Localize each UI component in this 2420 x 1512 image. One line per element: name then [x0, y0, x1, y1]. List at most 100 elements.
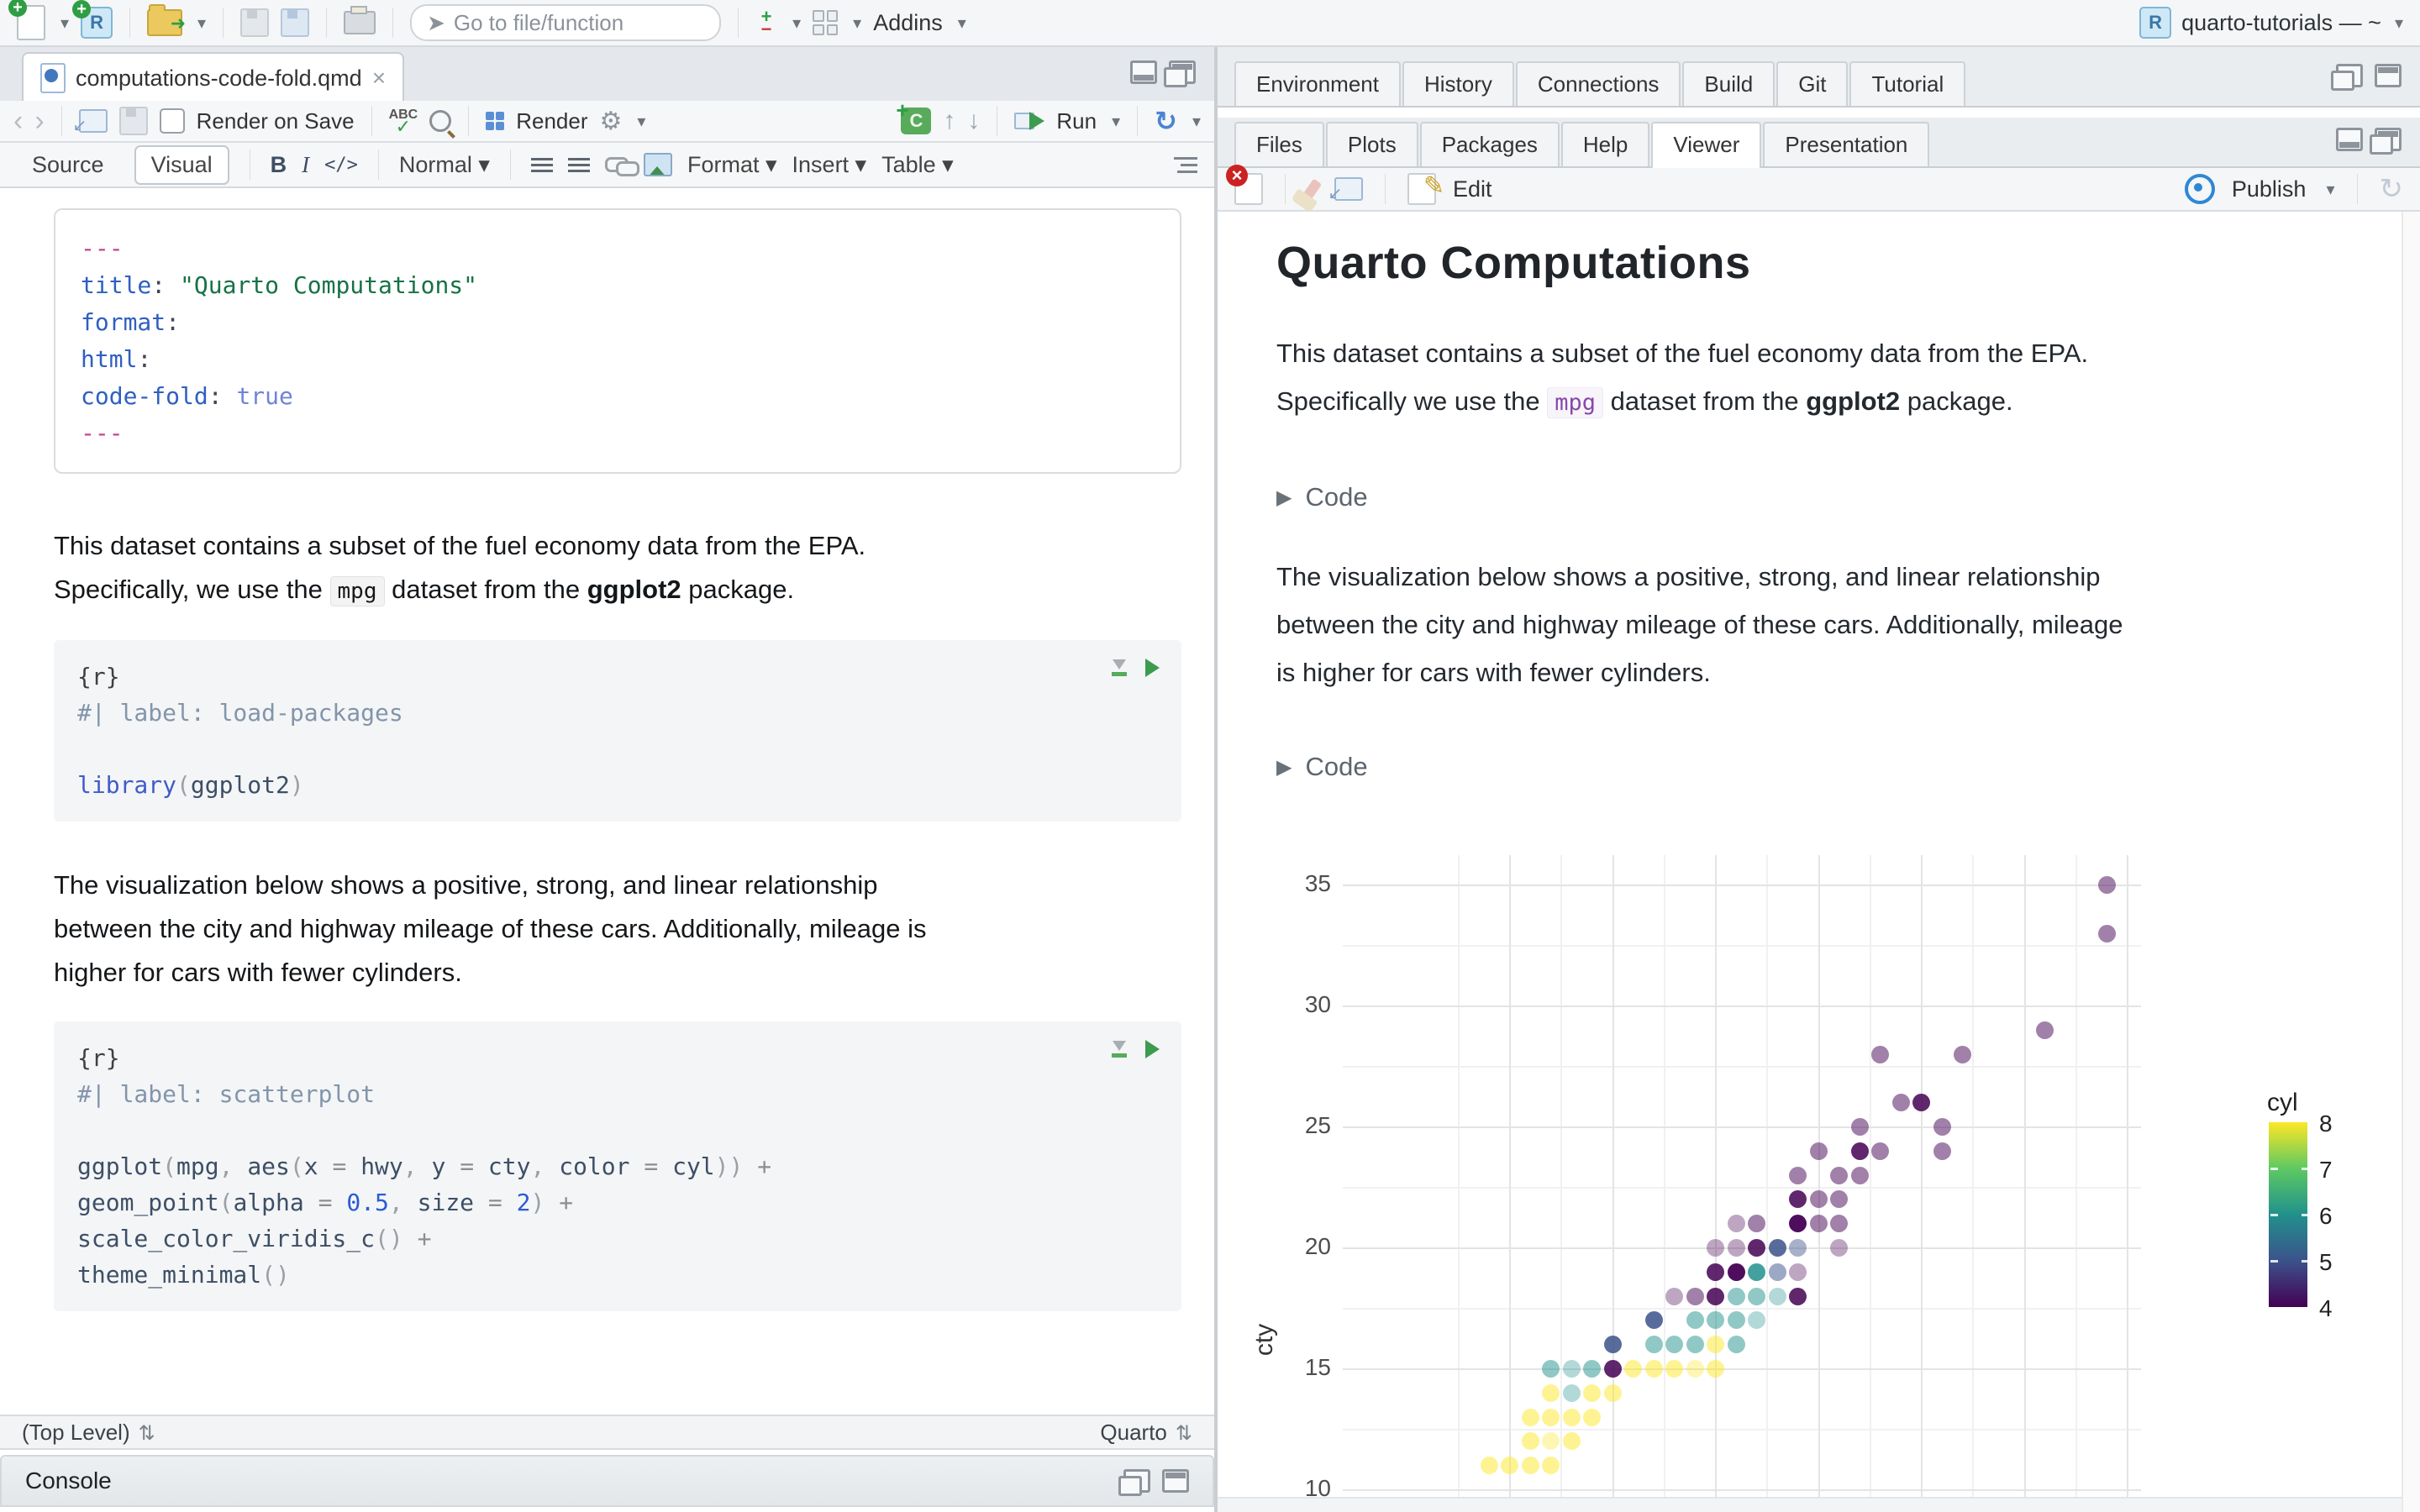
viewer-bottom-strip [1218, 1497, 2420, 1512]
run-chunks-above-icon[interactable] [1112, 1041, 1127, 1058]
editor-save-icon[interactable] [118, 107, 148, 135]
save-button[interactable] [240, 8, 270, 37]
visual-mode-button[interactable]: Visual [134, 144, 229, 185]
bold-button[interactable]: B [271, 152, 287, 178]
outline-location-selector[interactable]: (Top Level) ⇅ [22, 1420, 155, 1446]
minimize-pane-icon[interactable] [1130, 60, 1157, 84]
run-chunk-icon[interactable] [1145, 1040, 1160, 1058]
project-selector[interactable]: R quarto-tutorials — ~ ▾ [2139, 7, 2403, 39]
bullet-list-icon[interactable] [530, 157, 553, 172]
tab-environment[interactable]: Environment [1234, 61, 1401, 106]
addins-button[interactable]: Addins [873, 10, 943, 36]
new-project-button[interactable]: R + [72, 0, 113, 39]
env-maximize-icon[interactable] [2375, 64, 2402, 87]
spellcheck-icon[interactable]: ABC ✓ [389, 108, 418, 136]
version-control-button[interactable]: + − [755, 8, 777, 39]
tab-connections[interactable]: Connections [1515, 61, 1681, 106]
format-menu[interactable]: Format ▾ [687, 152, 777, 178]
table-menu[interactable]: Table ▾ [881, 152, 954, 178]
render-settings-caret[interactable]: ▾ [637, 111, 645, 132]
open-recent-caret[interactable]: ▾ [197, 13, 206, 34]
tab-git[interactable]: Git [1776, 61, 1849, 106]
new-file-caret[interactable]: ▾ [60, 13, 69, 34]
source-rerun-icon[interactable]: ↻ [1155, 105, 1177, 137]
tab-history[interactable]: History [1402, 61, 1514, 106]
viewer-toolbar: Edit Publish ▾ ↻ [1218, 165, 2420, 212]
tab-presentation[interactable]: Presentation [1763, 122, 1930, 166]
workspace-panes-button[interactable] [813, 10, 839, 35]
tab-packages[interactable]: Packages [1419, 122, 1560, 166]
render-settings-gear-icon[interactable]: ⚙ [600, 107, 623, 136]
source-mode-button[interactable]: Source [17, 147, 119, 183]
run-caret[interactable]: ▾ [1112, 111, 1120, 132]
yaml-front-matter[interactable]: --- title: "Quarto Computations" format: h… [54, 208, 1181, 474]
tab-plots[interactable]: Plots [1325, 122, 1418, 166]
source-caret[interactable]: ▾ [1192, 111, 1201, 132]
paragraph-style-dropdown[interactable]: Normal ▾ [399, 152, 490, 178]
render-button[interactable]: Render [516, 108, 587, 134]
tab-viewer[interactable]: Viewer [1651, 122, 1762, 168]
forward-icon[interactable]: › [34, 107, 44, 135]
viewer-maximize-icon[interactable] [2370, 128, 2402, 155]
insert-chunk-button[interactable]: C [896, 97, 932, 134]
go-previous-section-icon[interactable]: ↑ [943, 107, 955, 135]
editor-tab[interactable]: computations-code-fold.qmd × [22, 52, 405, 102]
back-icon[interactable]: ‹ [13, 107, 23, 135]
publish-caret[interactable]: ▾ [2326, 179, 2334, 200]
rendered-page-title: Quarto Computations [1276, 238, 1751, 288]
code-chunk-scatterplot[interactable]: {r} #| label: scatterplot ggplot(mpg, aes… [54, 1021, 1181, 1311]
run-button[interactable]: Run [1056, 108, 1097, 134]
viewer-scrollbar[interactable] [2402, 212, 2420, 1512]
viewer-popout-icon[interactable] [1334, 177, 1363, 201]
numbered-list-icon[interactable] [567, 157, 590, 172]
viewer-refresh-icon[interactable]: ↻ [2380, 172, 2404, 206]
editor-tab-title: computations-code-fold.qmd [76, 65, 362, 91]
code-fold-toggle-1[interactable]: ▶ Code [1276, 482, 2399, 512]
publish-button[interactable]: Publish [2232, 176, 2307, 202]
edit-icon[interactable] [1407, 171, 1444, 205]
viewer-clear-icon[interactable] [1226, 165, 1263, 205]
edit-button[interactable]: Edit [1453, 176, 1492, 202]
broom-icon[interactable] [1302, 178, 1323, 200]
plot-legend: cyl 87654 [2267, 1089, 2410, 1321]
tab-tutorial[interactable]: Tutorial [1849, 61, 1966, 106]
console-pane-header[interactable]: Console [0, 1455, 1214, 1507]
save-all-button[interactable] [281, 8, 310, 37]
tab-build[interactable]: Build [1682, 61, 1776, 106]
tab-help[interactable]: Help [1560, 122, 1650, 166]
render-on-save-checkbox[interactable] [159, 108, 185, 134]
goto-file-input[interactable]: ➤ Go to file/function [410, 4, 722, 41]
image-icon[interactable] [643, 153, 672, 176]
tab-close-icon[interactable]: × [372, 65, 386, 92]
tab-files[interactable]: Files [1234, 122, 1324, 166]
find-replace-icon[interactable] [429, 110, 452, 132]
open-file-button[interactable]: ➜ [147, 4, 186, 36]
open-new-window-icon[interactable] [78, 109, 108, 133]
italic-button[interactable]: I [302, 152, 309, 178]
version-control-caret[interactable]: ▾ [792, 13, 801, 34]
print-button[interactable] [344, 6, 376, 34]
code-chunk-load-packages[interactable]: {r} #| label: load-packages library(ggplo… [54, 640, 1181, 822]
legend-colorbar [2269, 1122, 2309, 1307]
addins-caret[interactable]: ▾ [958, 13, 966, 34]
file-type-selector[interactable]: Quarto ⇅ [1100, 1420, 1192, 1446]
code-fold-toggle-2[interactable]: ▶ Code [1276, 752, 2399, 782]
run-chunk-icon[interactable] [1145, 659, 1160, 677]
new-file-button[interactable]: + [8, 0, 45, 40]
code-format-button[interactable]: </> [324, 155, 358, 176]
console-restore-icon[interactable] [1118, 1469, 1150, 1496]
run-chunks-above-icon[interactable] [1112, 659, 1127, 676]
editor-paragraph-2[interactable]: The visualization below shows a positive… [54, 864, 1181, 995]
maximize-pane-icon[interactable] [1164, 60, 1196, 87]
go-next-section-icon[interactable]: ↓ [967, 107, 980, 135]
link-icon[interactable] [604, 157, 639, 176]
editor-canvas[interactable]: --- title: "Quarto Computations" format: h… [0, 188, 1214, 1415]
editor-status-bar: (Top Level) ⇅ Quarto ⇅ [0, 1415, 1214, 1450]
outline-toggle-icon[interactable] [1174, 156, 1197, 173]
console-maximize-icon[interactable] [1162, 1469, 1189, 1493]
workspace-panes-caret[interactable]: ▾ [853, 13, 861, 34]
env-restore-icon[interactable] [2331, 64, 2363, 91]
insert-menu[interactable]: Insert ▾ [792, 152, 867, 178]
editor-paragraph-1[interactable]: This dataset contains a subset of the fu… [54, 524, 1181, 613]
viewer-minimize-icon[interactable] [2336, 128, 2363, 151]
